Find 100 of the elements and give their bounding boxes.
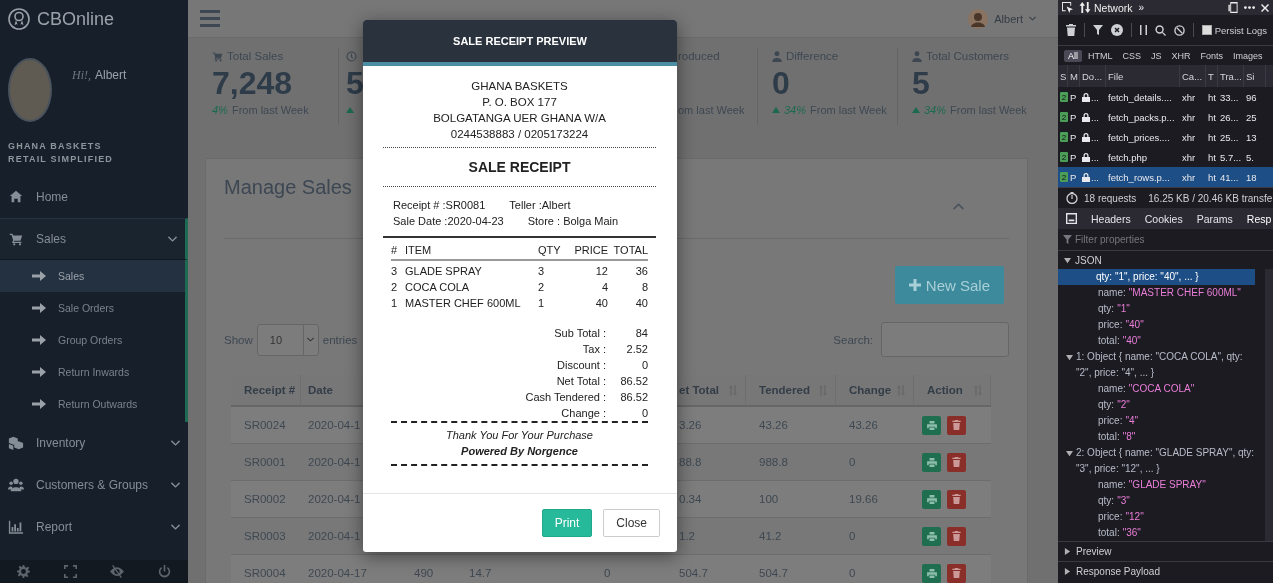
- submenu-item[interactable]: Return Outwards: [0, 388, 185, 420]
- element-picker-icon[interactable]: [1062, 2, 1073, 13]
- disclosure-triangle-icon[interactable]: [1066, 354, 1073, 361]
- trash-icon: [952, 494, 961, 504]
- delete-button[interactable]: [947, 415, 966, 435]
- chevron-down-icon: [307, 337, 315, 342]
- column-header[interactable]: S: [1058, 65, 1068, 87]
- clear-icon[interactable]: [1110, 24, 1123, 36]
- column-header[interactable]: T: [1206, 65, 1218, 87]
- lock-icon: [1082, 172, 1090, 182]
- column-header[interactable]: File: [1106, 65, 1180, 87]
- tree-root-label[interactable]: JSON: [1075, 255, 1102, 266]
- detail-tab[interactable]: Headers: [1091, 212, 1131, 225]
- submenu-item[interactable]: Sale Orders: [0, 292, 185, 324]
- disclosure-triangle-icon[interactable]: [1064, 568, 1071, 575]
- delete-button[interactable]: [947, 452, 966, 472]
- chevron-up-icon[interactable]: [953, 203, 964, 210]
- row-print-button[interactable]: [922, 452, 941, 472]
- settings-icon[interactable]: [16, 565, 30, 578]
- request-row[interactable]: 2 P ... fetch_details.... xhr ht 33... 96: [1058, 87, 1273, 107]
- delete-button[interactable]: [947, 526, 966, 546]
- request-row[interactable]: 2 P ... fetch_prices.... xhr ht 25... 13: [1058, 127, 1273, 147]
- item-qty: 2: [538, 280, 546, 295]
- filter-chip[interactable]: JS: [1147, 49, 1166, 62]
- filter-field[interactable]: Filter properties: [1075, 234, 1255, 245]
- persist-logs-checkbox[interactable]: Persist Logs: [1201, 24, 1267, 36]
- company-address-line: 0244538883 / 0205173224: [449, 127, 590, 142]
- tree-node[interactable]: qty: "1", price: "40", ... }: [1058, 269, 1255, 285]
- transfer-size: 16.25 KB / 20.46 KB transfe: [1148, 192, 1273, 204]
- total-value: 2.52: [625, 342, 648, 357]
- item-column-header: #: [391, 243, 399, 258]
- disclosure-triangle-icon[interactable]: [1064, 548, 1071, 555]
- disclosure-triangle-icon[interactable]: [1066, 450, 1073, 457]
- item-qty: 1: [538, 296, 546, 311]
- domain-text: ...: [1091, 151, 1099, 163]
- fullscreen-icon[interactable]: [63, 565, 77, 578]
- eye-slash-icon[interactable]: [110, 565, 125, 578]
- search-label: Search:: [833, 333, 873, 346]
- column-header[interactable]: Si: [1244, 65, 1266, 87]
- filter-chip[interactable]: CSS: [1118, 49, 1146, 62]
- filter-chip[interactable]: Images: [1229, 49, 1267, 62]
- row-print-button[interactable]: [922, 563, 941, 583]
- request-row[interactable]: 2 P ... fetch_packs.p... xhr ht 26... 25: [1058, 107, 1273, 127]
- block-icon[interactable]: [1173, 24, 1185, 36]
- item-column-header: PRICE: [573, 243, 608, 258]
- trash-icon[interactable]: [1066, 24, 1076, 36]
- detail-tab[interactable]: Resp: [1246, 212, 1272, 225]
- item-price: 40: [594, 296, 608, 311]
- row-print-button[interactable]: [922, 489, 941, 509]
- table-cell: SR0024: [244, 419, 286, 431]
- filter-chip[interactable]: All: [1064, 49, 1082, 62]
- disclosure-triangle-icon[interactable]: [1064, 257, 1071, 264]
- menu-item[interactable]: Home: [0, 176, 188, 218]
- submenu-item[interactable]: Sales: [0, 260, 185, 292]
- more-dots-icon[interactable]: [1244, 6, 1255, 9]
- row-print-button[interactable]: [922, 415, 941, 435]
- submenu-item[interactable]: Group Orders: [0, 324, 185, 356]
- row-print-button[interactable]: [922, 526, 941, 546]
- network-tab[interactable]: Network: [1079, 1, 1133, 14]
- receipt-info: Sale Date :2020-04-23: [393, 214, 504, 229]
- menu-item[interactable]: Report: [0, 506, 188, 548]
- section-header[interactable]: Preview: [1076, 546, 1112, 557]
- item-number: 1: [391, 296, 399, 311]
- property-value: "COCA COLA": [1128, 382, 1195, 396]
- filter-chip[interactable]: XHR: [1167, 49, 1195, 62]
- menu-item[interactable]: Customers & Groups: [0, 464, 188, 506]
- total-label: Discount :: [556, 358, 606, 373]
- change-percent: 4%: [212, 104, 228, 116]
- close-icon[interactable]: [1261, 3, 1269, 12]
- column-header[interactable]: Ca...: [1180, 65, 1206, 87]
- request-row[interactable]: 2 P ... fetch_rows.p... xhr ht 41... 18: [1058, 167, 1273, 187]
- section-header[interactable]: Response Payload: [1076, 566, 1160, 577]
- arrow-right-icon: [32, 302, 46, 314]
- detail-tab[interactable]: Params: [1196, 212, 1233, 225]
- request-row[interactable]: 2 P ... fetch.php xhr ht 5.7... 5.: [1058, 147, 1273, 167]
- more-tabs-button[interactable]: »: [1138, 2, 1145, 13]
- responsive-view-icon[interactable]: [1228, 2, 1238, 13]
- search-icon[interactable]: [1154, 24, 1166, 36]
- filter-icon[interactable]: [1092, 25, 1103, 35]
- column-header[interactable]: M: [1068, 65, 1080, 87]
- filter-chip[interactable]: HTML: [1084, 49, 1117, 62]
- filter-chip[interactable]: Fonts: [1196, 49, 1228, 62]
- column-header[interactable]: Tra...: [1218, 65, 1244, 87]
- delete-button[interactable]: [947, 489, 966, 509]
- table-cell: SR0003: [244, 530, 286, 542]
- detail-tab[interactable]: Cookies: [1144, 212, 1183, 225]
- submenu-item[interactable]: Return Inwards: [0, 356, 185, 388]
- menu-icon[interactable]: [200, 10, 220, 27]
- panel-icon[interactable]: [1066, 213, 1077, 224]
- column-header[interactable]: Do...: [1080, 65, 1106, 87]
- greeting-text: Hi!,: [72, 68, 91, 84]
- close-button[interactable]: Close: [603, 509, 660, 537]
- pause-icon[interactable]: [1139, 25, 1147, 35]
- property-value: "8": [1122, 430, 1136, 444]
- menu-item[interactable]: Inventory: [0, 422, 188, 464]
- delete-button[interactable]: [947, 563, 966, 583]
- change-percent: 34%: [784, 104, 807, 116]
- printer-icon: [926, 457, 937, 467]
- power-icon[interactable]: [158, 565, 172, 578]
- menu-item[interactable]: Sales: [0, 218, 188, 260]
